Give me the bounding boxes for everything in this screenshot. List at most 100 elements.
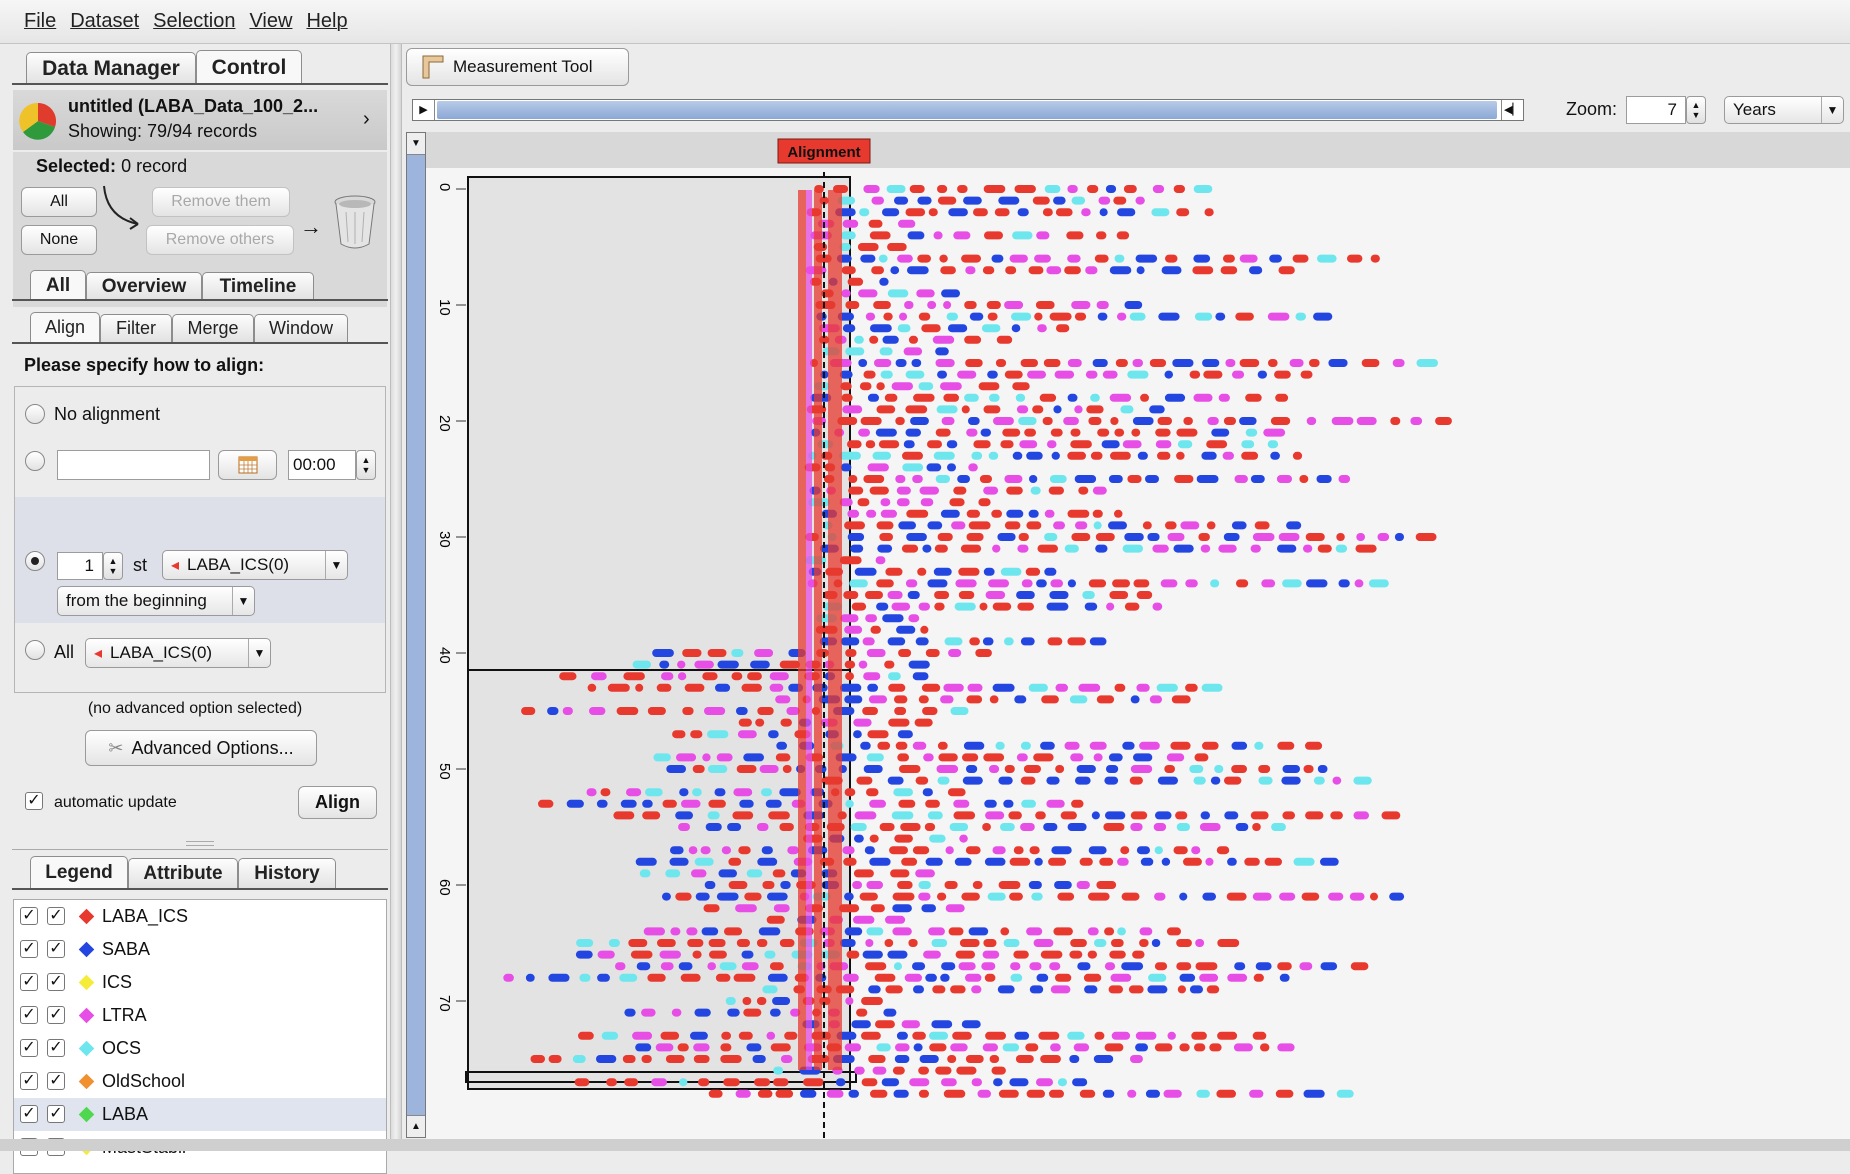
- event-bar[interactable]: [1113, 196, 1127, 205]
- event-bar[interactable]: [937, 776, 950, 785]
- event-bar[interactable]: [1336, 1089, 1354, 1098]
- event-bar[interactable]: [913, 1043, 923, 1052]
- event-bar[interactable]: [1176, 451, 1185, 460]
- event-bar[interactable]: [1338, 579, 1350, 588]
- event-bar[interactable]: [1155, 440, 1172, 449]
- event-bar[interactable]: [1041, 695, 1059, 704]
- legend-item[interactable]: ✓ ✓ SABA: [14, 933, 386, 966]
- event-bar[interactable]: [898, 649, 912, 657]
- event-bar[interactable]: [946, 312, 958, 321]
- legend-checkbox[interactable]: ✓: [47, 973, 65, 991]
- event-bar[interactable]: [707, 962, 716, 971]
- legend-checkbox[interactable]: ✓: [20, 973, 38, 991]
- event-bar[interactable]: [1044, 185, 1061, 193]
- event-bar[interactable]: [917, 196, 932, 205]
- event-bar[interactable]: [1036, 973, 1049, 982]
- event-bar[interactable]: [736, 707, 748, 715]
- event-bar[interactable]: [934, 544, 948, 553]
- event-bar[interactable]: [928, 927, 945, 936]
- event-bar[interactable]: [1071, 799, 1084, 808]
- event-bar[interactable]: [1067, 254, 1081, 263]
- event-bar[interactable]: [1152, 602, 1163, 611]
- event-bar[interactable]: [1020, 637, 1035, 646]
- event-bar[interactable]: [1209, 1043, 1222, 1052]
- event-bar[interactable]: [615, 962, 626, 971]
- event-bar[interactable]: [897, 324, 911, 333]
- event-bar[interactable]: [1072, 1078, 1088, 1087]
- event-bar[interactable]: [1121, 962, 1144, 971]
- event-bar[interactable]: [1130, 823, 1143, 831]
- event-bar[interactable]: [660, 1031, 680, 1040]
- event-bar[interactable]: [1225, 359, 1236, 367]
- event-bar[interactable]: [1223, 254, 1235, 263]
- event-bar[interactable]: [981, 324, 1001, 333]
- event-bar[interactable]: [962, 776, 983, 785]
- event-bar[interactable]: [854, 811, 877, 820]
- event-bar[interactable]: [707, 730, 729, 739]
- event-bar[interactable]: [741, 950, 754, 959]
- event-bar[interactable]: [964, 335, 982, 344]
- event-bar[interactable]: [843, 857, 857, 866]
- event-bar[interactable]: [866, 649, 886, 657]
- event-bar[interactable]: [936, 765, 959, 773]
- event-bar[interactable]: [853, 718, 872, 727]
- vertical-scrollbar[interactable]: ▼ ▲: [406, 132, 426, 1138]
- event-bar[interactable]: [880, 509, 897, 518]
- event-bar[interactable]: [1031, 892, 1043, 901]
- event-bar[interactable]: [682, 707, 694, 715]
- event-bar[interactable]: [739, 799, 754, 808]
- event-bar[interactable]: [671, 1008, 682, 1017]
- scroll-right-icon[interactable]: ▶: [413, 100, 435, 120]
- event-bar[interactable]: [961, 254, 981, 263]
- event-bar[interactable]: [759, 765, 779, 773]
- event-bar[interactable]: [1070, 440, 1092, 449]
- event-bar[interactable]: [1216, 846, 1230, 855]
- event-bar[interactable]: [940, 973, 950, 982]
- event-bar[interactable]: [1074, 475, 1097, 483]
- event-bar[interactable]: [866, 753, 884, 762]
- event-bar[interactable]: [969, 312, 984, 321]
- event-bar[interactable]: [918, 602, 930, 611]
- event-bar[interactable]: [1101, 440, 1120, 449]
- event-bar[interactable]: [998, 196, 1020, 205]
- event-bar[interactable]: [769, 962, 784, 971]
- event-bar[interactable]: [947, 324, 968, 333]
- event-bar[interactable]: [1410, 417, 1423, 425]
- event-bar[interactable]: [860, 417, 882, 425]
- event-bar[interactable]: [913, 393, 935, 402]
- event-bar[interactable]: [1136, 266, 1145, 275]
- event-bar[interactable]: [737, 730, 757, 739]
- event-bar[interactable]: [1174, 475, 1194, 483]
- event-bar[interactable]: [949, 823, 969, 831]
- legend-checkbox[interactable]: ✓: [47, 940, 65, 958]
- event-bar[interactable]: [1201, 683, 1223, 692]
- event-bar[interactable]: [1117, 312, 1127, 321]
- event-bar[interactable]: [596, 1055, 617, 1063]
- event-bar[interactable]: [963, 196, 982, 205]
- event-bar[interactable]: [1023, 765, 1041, 773]
- event-bar[interactable]: [727, 1008, 740, 1017]
- event-bar[interactable]: [1067, 509, 1090, 518]
- tab-window[interactable]: Window: [254, 314, 348, 342]
- event-bar[interactable]: [1354, 579, 1364, 588]
- event-bar[interactable]: [1086, 405, 1104, 414]
- event-bar[interactable]: [678, 823, 690, 831]
- event-bar[interactable]: [757, 857, 778, 866]
- event-bar[interactable]: [735, 1089, 751, 1098]
- event-bar[interactable]: [1132, 359, 1144, 367]
- event-bar[interactable]: [708, 1089, 723, 1098]
- event-bar[interactable]: [1049, 591, 1069, 599]
- event-bar[interactable]: [1204, 208, 1214, 217]
- event-bar[interactable]: [897, 753, 909, 762]
- event-bar[interactable]: [709, 950, 727, 959]
- event-bar[interactable]: [1055, 765, 1065, 773]
- event-bar[interactable]: [1305, 741, 1323, 750]
- event-bar[interactable]: [1070, 939, 1087, 947]
- event-bar[interactable]: [635, 1043, 652, 1052]
- event-bar[interactable]: [1165, 254, 1178, 263]
- event-bar[interactable]: [1000, 927, 1010, 936]
- event-bar[interactable]: [669, 857, 689, 866]
- event-bar[interactable]: [844, 660, 856, 669]
- event-bar[interactable]: [1306, 417, 1317, 425]
- event-bar[interactable]: [1102, 1089, 1115, 1098]
